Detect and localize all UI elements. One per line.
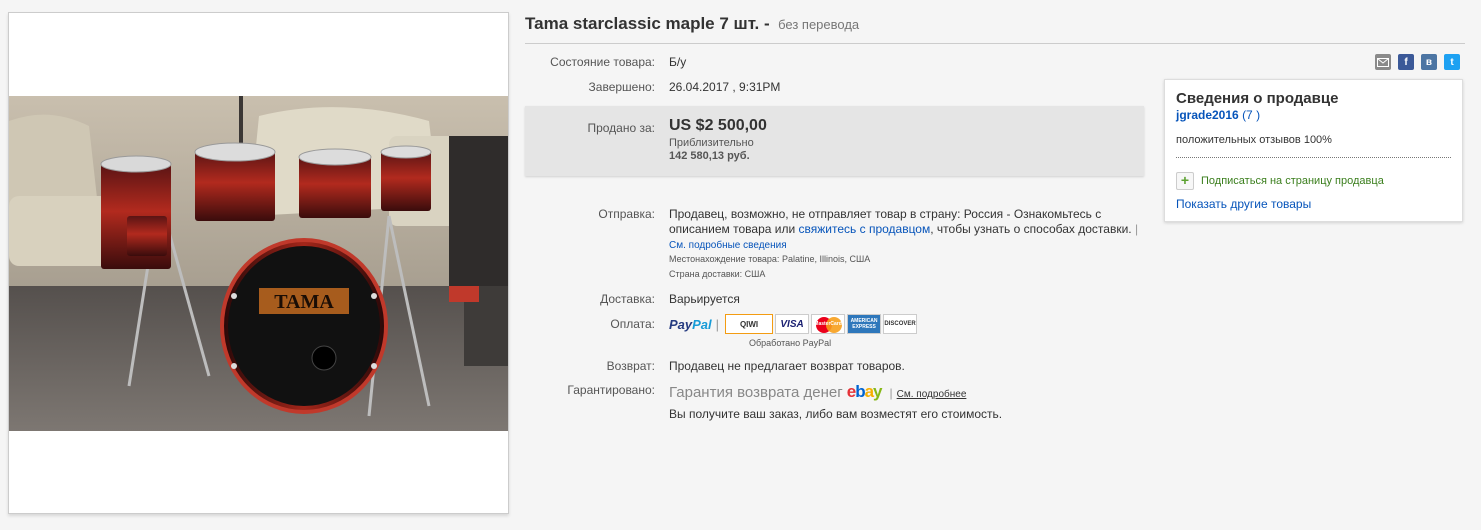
ended-value: 26.04.2017 , 9:31PM xyxy=(669,80,781,94)
item-location: Местонахождение товара: Palatine, Illino… xyxy=(669,254,870,264)
condition-value: Б/у xyxy=(669,55,687,69)
ship-to-label: Страна доставки: xyxy=(669,269,743,279)
seller-info-card: Сведения о продавце jgrade2016 (7 ) поло… xyxy=(1164,79,1463,222)
seller-divider xyxy=(1176,157,1451,158)
visa-logo: VISA xyxy=(775,314,810,334)
approx-label: Приблизительно xyxy=(669,137,754,149)
item-title: Tama starclassic maple 7 шт. - xyxy=(525,14,770,33)
item-location-value: Palatine, Illinois, США xyxy=(781,254,871,264)
email-icon[interactable] xyxy=(1375,54,1391,70)
drum-kit-photo: TAMA xyxy=(9,96,508,431)
item-title-row: Tama starclassic maple 7 шт. - без перев… xyxy=(525,14,1465,34)
returns-label: Возврат: xyxy=(606,359,655,373)
guarantee-note: Вы получите ваш заказ, либо вам возместя… xyxy=(669,407,1003,421)
plus-icon: + xyxy=(1176,172,1194,190)
sold-price-box: Продано за: US $2 500,00 Приблизительно … xyxy=(525,106,1144,176)
ended-label: Завершено: xyxy=(588,80,655,94)
paypal-logo: PayPal xyxy=(669,316,712,332)
product-image-panel[interactable]: TAMA xyxy=(8,12,509,514)
twitter-icon[interactable]: t xyxy=(1444,54,1460,70)
seller-positive-feedback: положительных отзывов 100% xyxy=(1176,134,1332,146)
shipping-label: Отправка: xyxy=(598,207,655,221)
payment-methods: PayPal | QIWI VISA MasterCard AMERICAN E… xyxy=(669,313,919,335)
item-location-label: Местонахождение товара: xyxy=(669,254,780,264)
delivery-value: Варьируется xyxy=(669,292,740,306)
condition-label: Состояние товара: xyxy=(550,55,655,69)
shipping-info: Продавец, возможно, не отправляет товар … xyxy=(669,207,1139,251)
seller-info-title: Сведения о продавце xyxy=(1176,90,1339,107)
title-divider xyxy=(525,43,1465,44)
ship-to: Страна доставки: США xyxy=(669,269,765,279)
guarantee-more-link[interactable]: См. подробнее xyxy=(897,389,967,400)
vk-icon[interactable]: в xyxy=(1421,54,1437,70)
follow-seller-label: Подписаться на страницу продавца xyxy=(1201,175,1384,187)
mastercard-logo: MasterCard xyxy=(811,314,846,334)
qiwi-logo: QIWI xyxy=(725,314,774,334)
shipping-text-after: , чтобы узнать о способах доставки. xyxy=(930,222,1132,236)
amex-logo: AMERICAN EXPRESS xyxy=(847,314,882,334)
returns-value: Продавец не предлагает возврат товаров. xyxy=(669,359,905,373)
guarantee-label: Гарантировано: xyxy=(567,383,655,397)
converted-price: 142 580,13 руб. xyxy=(669,150,750,162)
no-translation-note: без перевода xyxy=(778,17,860,32)
seller-username-link[interactable]: jgrade2016 xyxy=(1176,108,1239,122)
product-photo[interactable]: TAMA xyxy=(9,96,508,431)
seller-feedback-count[interactable]: (7 ) xyxy=(1242,108,1260,122)
facebook-icon[interactable]: f xyxy=(1398,54,1414,70)
guarantee-text: Гарантия возврата денег xyxy=(669,384,843,401)
ship-to-value: США xyxy=(744,269,766,279)
money-back-guarantee: Гарантия возврата денег ebay | См. подро… xyxy=(669,382,967,401)
processed-by-paypal: Обработано PayPal xyxy=(749,338,832,348)
sold-price: US $2 500,00 xyxy=(669,117,767,134)
sold-for-label: Продано за: xyxy=(587,121,655,135)
contact-seller-link[interactable]: свяжитесь с продавцом xyxy=(799,222,931,236)
follow-seller-link[interactable]: + Подписаться на страницу продавца xyxy=(1176,172,1384,190)
ebay-logo: ebay xyxy=(846,382,883,401)
delivery-label: Доставка: xyxy=(600,292,655,306)
discover-logo: DISCOVER xyxy=(883,314,918,334)
tama-logo: TAMA xyxy=(274,291,334,313)
payment-label: Оплата: xyxy=(610,317,655,331)
shipping-details-link[interactable]: См. подробные сведения xyxy=(669,240,787,251)
seller-other-items-link[interactable]: Показать другие товары xyxy=(1176,197,1311,211)
seller-name-row: jgrade2016 (7 ) xyxy=(1176,108,1260,122)
